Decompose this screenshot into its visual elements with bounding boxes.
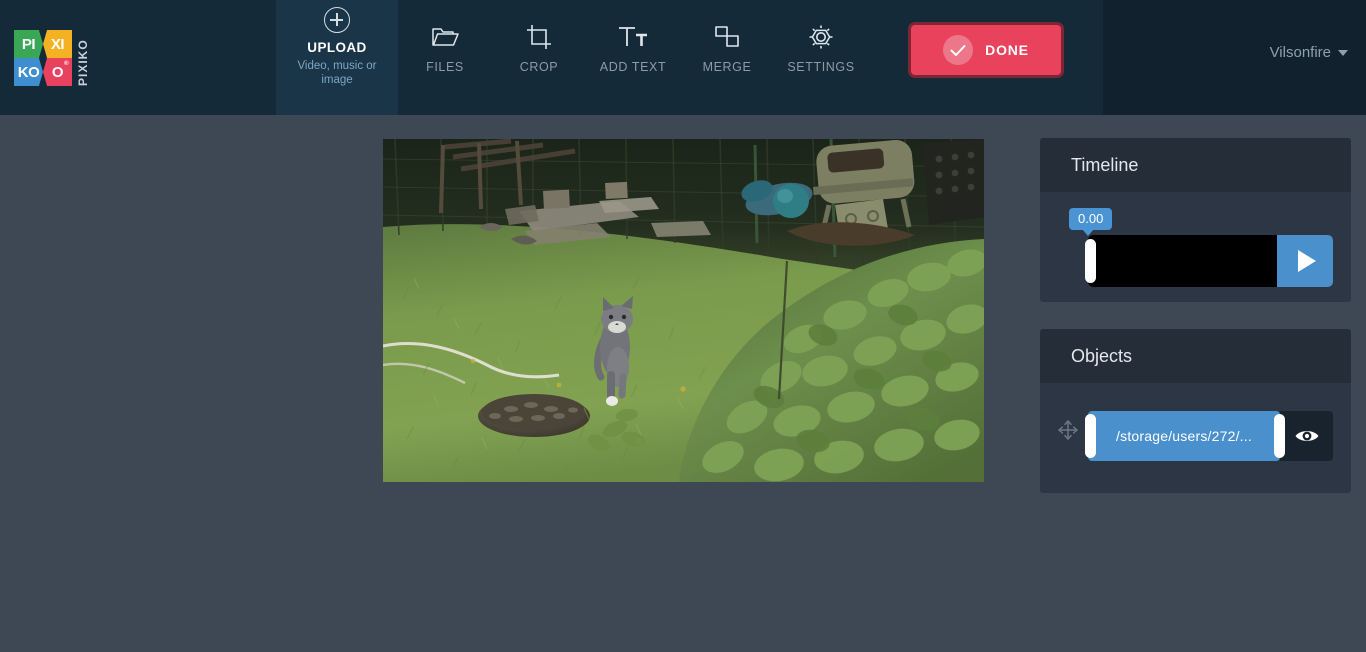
logo-cell-pi-text: PI	[21, 35, 36, 53]
app-header: PI XI KO O ® PIXIKO UPLOAD Video, music …	[0, 0, 1366, 115]
play-button[interactable]	[1277, 235, 1333, 287]
upload-button[interactable]: UPLOAD Video, music or image	[276, 0, 398, 115]
object-row: /storage/users/272/...	[1085, 411, 1333, 461]
logo-cell-pi: PI	[14, 30, 43, 58]
tool-crop[interactable]: CROP	[492, 0, 586, 74]
upload-sublabel: Video, music or image	[297, 60, 377, 86]
timeline-body: 0.00	[1040, 192, 1351, 302]
logo-cell-o: O ®	[43, 58, 72, 86]
done-label: DONE	[985, 42, 1029, 58]
folder-icon	[431, 20, 459, 54]
timeline-track[interactable]	[1085, 235, 1333, 287]
logo-grid: PI XI KO O ®	[14, 30, 72, 86]
editor-stage: Timeline 0.00 Objects /storage/users/272…	[0, 115, 1366, 652]
user-menu[interactable]: Vilsonfire	[1270, 44, 1348, 61]
merge-shapes-icon	[714, 20, 740, 54]
clip-trim-handle-left[interactable]	[1085, 414, 1096, 458]
timeline-time-badge: 0.00	[1069, 208, 1113, 236]
preview-frame-image	[383, 139, 984, 482]
chevron-down-icon	[1338, 49, 1348, 56]
objects-body: /storage/users/272/...	[1040, 383, 1351, 493]
logo-cell-xi-text: XI	[50, 35, 65, 53]
logo-cell-ko-text: KO	[17, 63, 40, 81]
objects-panel-header: Objects	[1040, 329, 1351, 383]
registered-mark: ®	[64, 61, 68, 67]
tool-files[interactable]: FILES	[398, 0, 492, 74]
upload-label: UPLOAD	[307, 40, 367, 55]
objects-title: Objects	[1071, 345, 1133, 366]
logo-cell-ko: KO	[14, 58, 43, 86]
gear-icon	[808, 20, 834, 54]
tool-merge-label: MERGE	[702, 60, 752, 74]
done-button[interactable]: DONE	[908, 22, 1064, 78]
clip-trim-handle-right[interactable]	[1274, 414, 1285, 458]
object-clip[interactable]: /storage/users/272/...	[1088, 411, 1280, 461]
timeline-panel: Timeline 0.00	[1040, 138, 1351, 302]
user-name: Vilsonfire	[1269, 44, 1331, 61]
object-clip-label: /storage/users/272/...	[1116, 428, 1252, 444]
eye-icon[interactable]	[1280, 411, 1333, 461]
tool-merge[interactable]: MERGE	[680, 0, 774, 74]
tool-files-label: FILES	[426, 60, 464, 74]
text-format-icon	[617, 20, 649, 54]
tool-add-text-label: ADD TEXT	[599, 60, 667, 74]
objects-panel: Objects /storage/users/272/...	[1040, 329, 1351, 493]
tool-settings-label: SETTINGS	[787, 60, 855, 74]
logo-cell-o-text: O	[51, 63, 64, 81]
tool-settings[interactable]: SETTINGS	[774, 0, 868, 74]
toolbar: FILES CROP ADD TEXT MERGE SETTINGS	[398, 0, 868, 115]
tool-crop-label: CROP	[519, 60, 559, 74]
logo-cell-xi: XI	[43, 30, 72, 58]
move-arrows-icon[interactable]	[1057, 419, 1079, 441]
plus-circle-icon	[324, 7, 350, 33]
tool-add-text[interactable]: ADD TEXT	[586, 0, 680, 74]
logo-wordmark: PIXIKO	[76, 39, 90, 86]
play-icon	[1298, 250, 1316, 272]
crop-icon	[526, 20, 552, 54]
timeline-panel-header: Timeline	[1040, 138, 1351, 192]
video-preview[interactable]	[383, 139, 984, 482]
timeline-playhead-handle[interactable]	[1085, 239, 1096, 283]
check-circle-icon	[943, 35, 974, 65]
app-logo[interactable]: PI XI KO O ® PIXIKO	[14, 30, 92, 86]
timeline-title: Timeline	[1071, 154, 1139, 175]
